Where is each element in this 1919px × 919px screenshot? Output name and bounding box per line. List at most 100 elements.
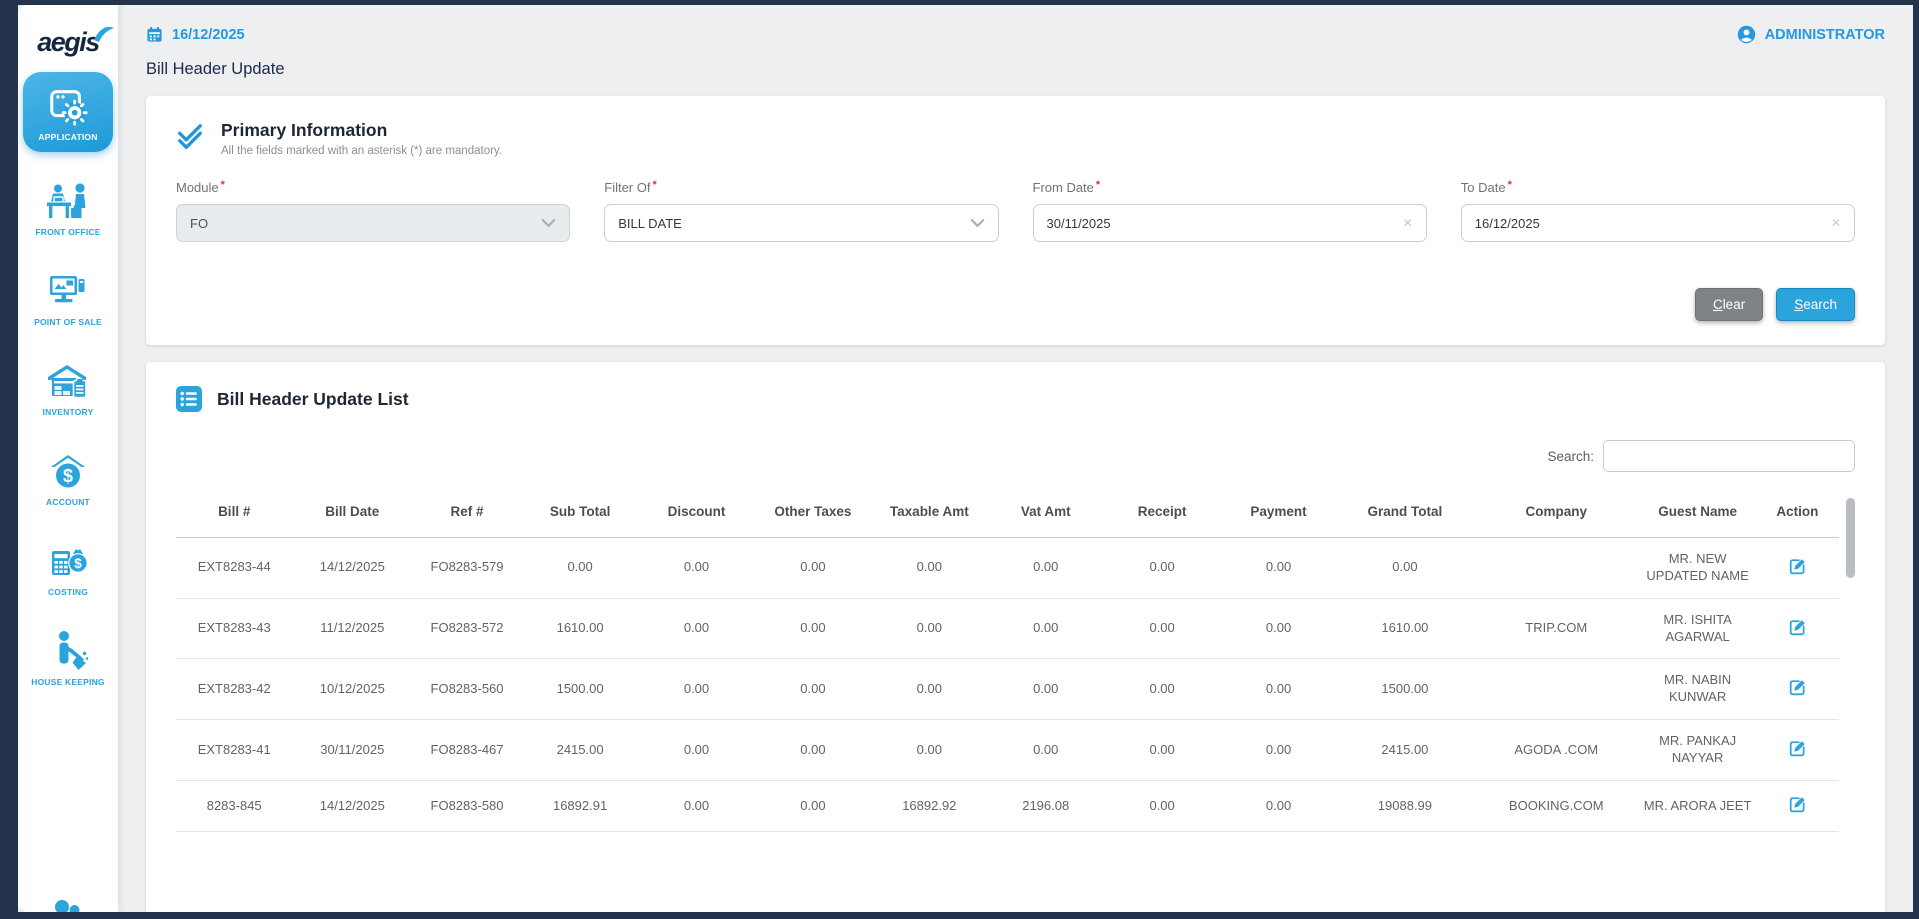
sidebar-item-front-office[interactable]: FRONT OFFICE <box>18 162 118 252</box>
point-of-sale-icon <box>46 268 90 314</box>
sidebar-item-label: POINT OF SALE <box>34 317 102 327</box>
table-cell: 16892.91 <box>522 781 638 832</box>
clear-button[interactable]: Clear <box>1695 288 1763 321</box>
table-row: EXT8283-4414/12/2025FO8283-5790.000.000.… <box>176 537 1839 598</box>
table-cell: 14/12/2025 <box>292 537 412 598</box>
module-label: Module <box>176 180 219 195</box>
edit-row-button[interactable] <box>1787 677 1808 701</box>
edit-row-button[interactable] <box>1787 556 1808 580</box>
chevron-down-icon <box>970 218 985 228</box>
table-cell: 1610.00 <box>1337 598 1473 659</box>
table-cell: FO8283-467 <box>412 720 522 781</box>
table-cell: 0.00 <box>638 598 754 659</box>
table-search-input[interactable] <box>1603 440 1855 472</box>
date-text: 16/12/2025 <box>172 27 245 43</box>
search-button[interactable]: Search <box>1776 288 1855 321</box>
table-cell: MR. ISHITA AGARWAL <box>1639 598 1755 659</box>
filter-of-select[interactable]: BILL DATE <box>604 204 998 242</box>
app-frame: aegis <box>0 0 1919 919</box>
table-cell: BOOKING.COM <box>1473 781 1639 832</box>
sidebar-item-point-of-sale[interactable]: POINT OF SALE <box>18 252 118 342</box>
column-header[interactable]: Bill # <box>176 496 292 537</box>
sidebar-item-account[interactable]: $ ACCOUNT <box>18 432 118 522</box>
edit-row-button[interactable] <box>1787 617 1808 641</box>
edit-icon <box>1789 796 1806 813</box>
action-cell <box>1756 598 1839 659</box>
table-search-label: Search: <box>1547 449 1594 464</box>
sidebar-item-house-keeping[interactable]: HOUSE KEEPING <box>18 612 118 702</box>
column-header[interactable]: Bill Date <box>292 496 412 537</box>
column-header[interactable]: Sub Total <box>522 496 638 537</box>
sidebar-item-application[interactable]: APPLICATION <box>23 72 113 152</box>
from-date-value: 30/11/2025 <box>1047 216 1111 231</box>
house-keeping-icon <box>47 628 89 674</box>
front-office-icon <box>45 178 91 224</box>
column-header[interactable]: Discount <box>638 496 754 537</box>
column-header[interactable]: Guest Name <box>1639 496 1755 537</box>
costing-icon: $ <box>46 538 90 584</box>
table-cell: MR. NABIN KUNWAR <box>1639 659 1755 720</box>
column-header[interactable]: Receipt <box>1104 496 1220 537</box>
table-cell: FO8283-572 <box>412 598 522 659</box>
column-header[interactable]: Grand Total <box>1337 496 1473 537</box>
sidebar-item-inventory[interactable]: INVENTORY <box>18 342 118 432</box>
aegis-logo[interactable]: aegis <box>37 29 99 56</box>
column-header[interactable]: Payment <box>1220 496 1336 537</box>
action-cell <box>1756 537 1839 598</box>
filter-of-label: Filter Of <box>604 180 650 195</box>
table-cell: 1610.00 <box>522 598 638 659</box>
edit-icon <box>1789 679 1806 696</box>
required-asterisk: * <box>652 179 656 191</box>
column-header[interactable]: Taxable Amt <box>871 496 987 537</box>
table-cell: 10/12/2025 <box>292 659 412 720</box>
sidebar-item-label: COSTING <box>48 587 88 597</box>
double-check-icon <box>176 122 204 152</box>
table-cell: 0.00 <box>1337 537 1473 598</box>
column-header[interactable]: Action <box>1756 496 1839 537</box>
table-cell: 0.00 <box>988 659 1104 720</box>
module-select[interactable]: FO <box>176 204 570 242</box>
table-cell: FO8283-579 <box>412 537 522 598</box>
from-date-input[interactable]: 30/11/2025 ✕ <box>1033 204 1427 242</box>
table-cell: 0.00 <box>1220 537 1336 598</box>
table-row: EXT8283-4311/12/2025FO8283-5721610.000.0… <box>176 598 1839 659</box>
column-header[interactable]: Company <box>1473 496 1639 537</box>
table-cell: 0.00 <box>522 537 638 598</box>
action-cell <box>1756 781 1839 832</box>
bill-list-title: Bill Header Update List <box>217 389 409 410</box>
table-cell: FO8283-580 <box>412 781 522 832</box>
action-cell <box>1756 659 1839 720</box>
table-cell: 1500.00 <box>522 659 638 720</box>
inventory-icon <box>46 358 90 404</box>
to-date-input[interactable]: 16/12/2025 ✕ <box>1461 204 1855 242</box>
column-header[interactable]: Ref # <box>412 496 522 537</box>
form-actions: Clear Search <box>176 288 1855 321</box>
table-cell: 0.00 <box>1104 537 1220 598</box>
table-scrollbar <box>1846 498 1855 912</box>
table-cell: 0.00 <box>1220 659 1336 720</box>
page-title: Bill Header Update <box>146 60 1885 79</box>
column-header[interactable]: Other Taxes <box>755 496 871 537</box>
clear-date-icon[interactable]: ✕ <box>1831 217 1841 229</box>
column-header[interactable]: Vat Amt <box>988 496 1104 537</box>
edit-row-button[interactable] <box>1787 738 1808 762</box>
main-content: 16/12/2025 ADMINISTRATOR Bill Header Upd… <box>118 5 1913 912</box>
table-cell: 0.00 <box>638 659 754 720</box>
mandatory-note: All the fields marked with an asterisk (… <box>221 145 502 157</box>
sidebar-item-partial[interactable] <box>46 894 90 912</box>
edit-icon <box>1789 619 1806 636</box>
sidebar-item-label: APPLICATION <box>38 132 97 142</box>
from-date-label: From Date <box>1033 180 1094 195</box>
table-cell: 0.00 <box>988 598 1104 659</box>
sidebar-item-costing[interactable]: $ COSTING <box>18 522 118 612</box>
table-cell: 1500.00 <box>1337 659 1473 720</box>
logo-swoosh-icon <box>93 25 115 45</box>
table-cell: 0.00 <box>755 659 871 720</box>
user-menu[interactable]: ADMINISTRATOR <box>1737 25 1885 44</box>
edit-row-button[interactable] <box>1787 794 1808 818</box>
table-cell: MR. PANKAJ NAYYAR <box>1639 720 1755 781</box>
required-asterisk: * <box>221 179 225 191</box>
clear-date-icon[interactable]: ✕ <box>1403 217 1413 229</box>
table-cell: FO8283-560 <box>412 659 522 720</box>
scrollbar-thumb[interactable] <box>1846 498 1855 578</box>
